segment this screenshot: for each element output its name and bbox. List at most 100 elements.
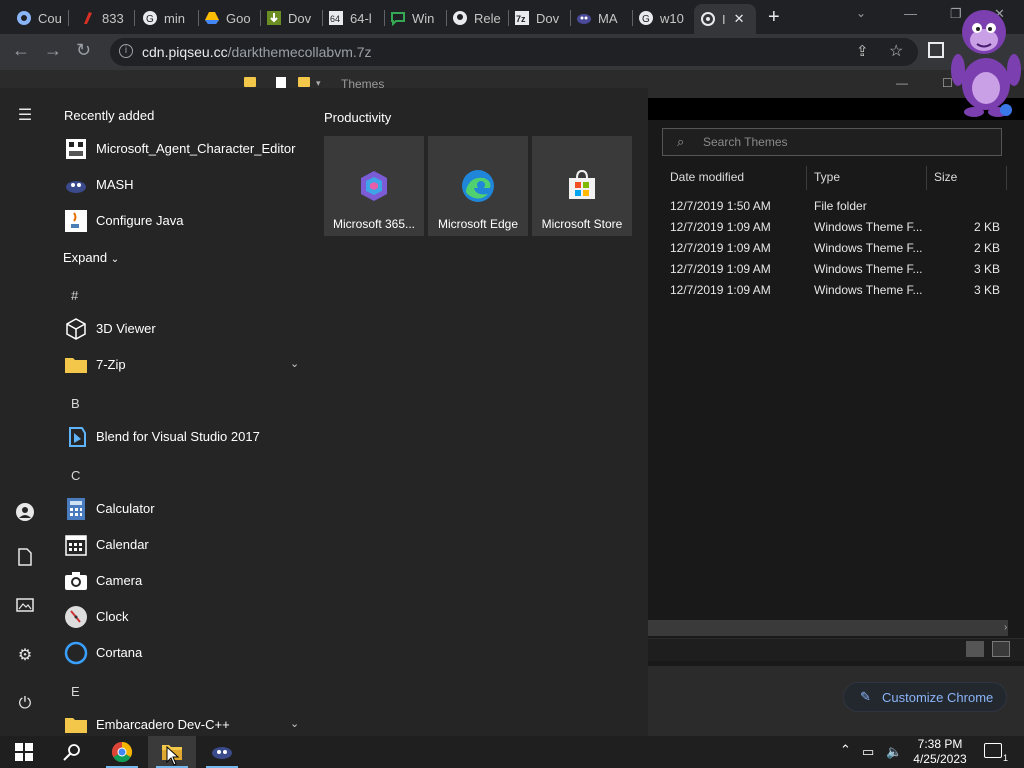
start-button[interactable] xyxy=(0,736,48,768)
forward-icon[interactable]: → xyxy=(44,40,62,61)
show-hidden-icons-icon[interactable]: ⌃ xyxy=(840,742,851,758)
site-info-icon[interactable]: i xyxy=(119,44,133,58)
tab-11[interactable]: G w10 xyxy=(638,6,688,30)
tile-microsoft-edge[interactable]: Microsoft Edge xyxy=(428,136,528,236)
start-icon xyxy=(15,743,33,761)
app-embarcadero-dev-cpp[interactable]: Embarcadero Dev-C++ ⌄ xyxy=(64,709,304,736)
clock-time: 7:38 PM xyxy=(917,737,963,751)
tab-1[interactable]: Cou xyxy=(16,6,64,30)
tab-4[interactable]: Goo xyxy=(204,6,254,30)
explorer-minimize-icon[interactable]: — xyxy=(896,76,908,90)
hamburger-icon[interactable]: ☰ xyxy=(13,104,37,128)
tab-label: Cou xyxy=(38,10,62,26)
file-row[interactable]: 12/7/2019 1:09 AM Windows Theme F... 2 K… xyxy=(670,217,1000,238)
tab-active[interactable]: I ✕ xyxy=(694,4,756,34)
app-microsoft-agent-character-editor[interactable]: Microsoft_Agent_Character_Editor xyxy=(64,133,304,165)
search-themes-input[interactable]: ⌕ Search Themes xyxy=(662,128,1002,156)
tab-5[interactable]: Dov xyxy=(266,6,316,30)
file-row[interactable]: 12/7/2019 1:09 AM Windows Theme F... 2 K… xyxy=(670,238,1000,259)
url-text[interactable]: cdn.piqseu.cc/darkthemecollabvm.7z xyxy=(142,44,372,60)
app-blend-for-visual-studio[interactable]: Blend for Visual Studio 2017 xyxy=(64,421,304,453)
app-cortana[interactable]: Cortana xyxy=(64,637,304,669)
clock-icon xyxy=(65,606,87,628)
app-3d-viewer[interactable]: 3D Viewer xyxy=(64,313,304,345)
letter-header[interactable]: C xyxy=(71,468,80,483)
tab-label: 64-l xyxy=(350,10,372,26)
app-camera[interactable]: Camera xyxy=(64,565,304,597)
column-date-modified[interactable]: Date modified xyxy=(670,170,744,184)
notification-count: 1 xyxy=(1002,753,1008,763)
horizontal-scrollbar[interactable] xyxy=(648,620,1008,636)
details-view-icon[interactable] xyxy=(966,641,984,657)
bookmark-star-icon[interactable]: ☆ xyxy=(889,41,903,61)
column-size[interactable]: Size xyxy=(934,170,957,184)
taskbar-clock[interactable]: 7:38 PM 4/25/2023 xyxy=(910,737,970,767)
tab-search-icon[interactable]: ⌄ xyxy=(856,6,866,20)
scroll-right-icon[interactable]: › xyxy=(1004,622,1007,633)
back-icon[interactable]: ← xyxy=(12,40,30,61)
address-bar[interactable]: i cdn.piqseu.cc/darkthemecollabvm.7z ⇪ ☆ xyxy=(110,38,918,66)
file-date: 12/7/2019 1:09 AM xyxy=(670,241,771,255)
tab-8[interactable]: Rele xyxy=(452,6,504,30)
file-type: File folder xyxy=(814,199,867,213)
network-icon[interactable]: ▭ xyxy=(862,744,874,760)
file-row[interactable]: 12/7/2019 1:50 AM File folder xyxy=(670,196,1000,217)
documents-icon[interactable] xyxy=(13,548,37,572)
reload-icon[interactable]: ↻ xyxy=(76,40,91,61)
bonzi-buddy-character[interactable] xyxy=(944,0,1024,118)
app-calculator[interactable]: Calculator xyxy=(64,493,304,525)
tiles-group-title[interactable]: Productivity xyxy=(324,110,391,125)
tab-7[interactable]: Win xyxy=(390,6,440,30)
app-configure-java[interactable]: Configure Java xyxy=(64,205,304,237)
properties-icon[interactable] xyxy=(276,77,286,88)
calendar-icon xyxy=(65,535,87,556)
tab-label: MA xyxy=(598,10,618,26)
user-icon[interactable] xyxy=(13,500,37,524)
new-tab-button[interactable]: + xyxy=(768,6,780,29)
letter-header[interactable]: # xyxy=(71,288,78,303)
volume-icon[interactable]: 🔈 xyxy=(886,744,902,760)
tab-6[interactable]: 64 64-l xyxy=(328,6,378,30)
tab-9[interactable]: 7z Dov xyxy=(514,6,564,30)
minimize-icon[interactable]: — xyxy=(904,6,917,21)
taskbar-chrome[interactable] xyxy=(98,736,146,768)
start-menu: ☰ ⚙ ⏻ Recently added Microsoft_Agent_Cha… xyxy=(0,88,648,736)
tile-microsoft-365[interactable]: Microsoft 365... xyxy=(324,136,424,236)
tab-label: Dov xyxy=(536,10,560,26)
tab-3[interactable]: G min xyxy=(142,6,192,30)
large-icons-view-icon[interactable] xyxy=(992,641,1010,657)
tile-microsoft-store[interactable]: Microsoft Store xyxy=(532,136,632,236)
chevron-down-icon[interactable]: ⌄ xyxy=(290,357,299,370)
tab-label: 833 xyxy=(102,10,124,26)
app-clock[interactable]: Clock xyxy=(64,601,304,633)
google-drive-icon xyxy=(205,12,219,24)
blend-icon xyxy=(69,427,86,447)
new-folder-icon[interactable] xyxy=(298,77,310,87)
folder-icon xyxy=(65,718,87,733)
app-calendar[interactable]: Calendar xyxy=(64,529,304,561)
column-type[interactable]: Type xyxy=(814,170,840,184)
letter-header[interactable]: B xyxy=(71,396,80,411)
tab-2[interactable]: 833 xyxy=(80,6,128,30)
taskbar-mash[interactable] xyxy=(198,736,246,768)
tab-10[interactable]: MA xyxy=(576,6,626,30)
clock-date: 4/25/2023 xyxy=(913,752,967,766)
power-icon[interactable]: ⏻ xyxy=(13,692,37,716)
chevron-down-icon[interactable]: ⌄ xyxy=(290,717,299,730)
search-button[interactable] xyxy=(48,736,96,768)
side-panel-icon[interactable] xyxy=(928,42,944,58)
expand-button[interactable]: Expand ⌄ xyxy=(63,250,119,265)
customize-chrome-button[interactable]: ✎ Customize Chrome xyxy=(843,682,1007,712)
close-tab-icon[interactable]: ✕ xyxy=(734,11,745,27)
file-row[interactable]: 12/7/2019 1:09 AM Windows Theme F... 3 K… xyxy=(670,259,1000,280)
file-row[interactable]: 12/7/2019 1:09 AM Windows Theme F... 3 K… xyxy=(670,280,1000,301)
pictures-icon[interactable] xyxy=(13,596,37,620)
svg-text:G: G xyxy=(146,14,154,25)
cortana-icon xyxy=(64,641,88,665)
settings-icon[interactable]: ⚙ xyxy=(13,644,37,668)
app-mash[interactable]: MASH xyxy=(64,169,304,201)
letter-header[interactable]: E xyxy=(71,684,80,699)
app-7-zip[interactable]: 7-Zip ⌄ xyxy=(64,349,304,381)
share-icon[interactable]: ⇪ xyxy=(856,42,869,60)
notification-center-icon[interactable]: 1 xyxy=(984,743,1008,763)
